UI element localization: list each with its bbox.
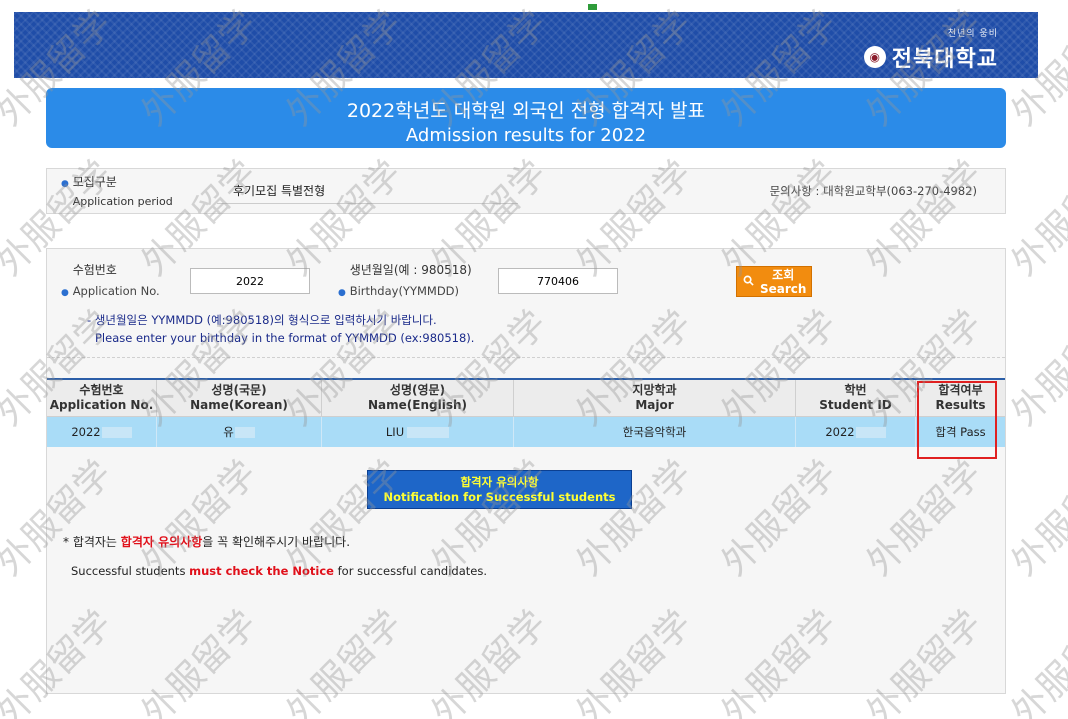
notice-note-korean: * 합격자는 합격자 유의사항을 꼭 확인해주시기 바랍니다.	[63, 535, 351, 549]
search-button-en: Search	[760, 281, 807, 296]
table-header-row: 수험번호 Application No. 성명(국문) Name(Korean) 성…	[47, 379, 1005, 417]
header-student-id: 학번 Student ID	[795, 379, 916, 417]
watermark-text: 外服留学	[1004, 603, 1068, 719]
header-application-no: 수험번호 Application No.	[47, 379, 157, 417]
search-button-ko: 조회	[772, 267, 795, 282]
application-period-box: ● 모집구분 ● Application period 후기모집 특별전형 문의…	[46, 168, 1006, 214]
period-label-ko: 모집구분	[72, 175, 117, 189]
birthday-label: ● 생년월일(예 : 980518) ● Birthday(YYMMDD)	[338, 261, 472, 303]
hint-english: Please enter your birthday in the format…	[95, 331, 475, 345]
application-no-input[interactable]	[190, 268, 310, 294]
application-no-label: ● 수험번호 ● Application No.	[61, 261, 160, 303]
watermark-text: 外服留学	[1004, 153, 1068, 284]
section-divider	[47, 357, 1005, 358]
birthday-input[interactable]	[498, 268, 618, 294]
birthday-label-ko: 생년월일(예 : 980518)	[349, 263, 472, 277]
redacted-mask	[855, 427, 886, 438]
cell-student-id: 2022	[795, 416, 916, 447]
notice-button-en: Notification for Successful students	[383, 490, 616, 504]
cell-major: 한국음악학과	[513, 416, 796, 447]
results-highlight-box	[917, 381, 997, 459]
notice-highlight-ko: 합격자 유의사항	[120, 535, 203, 549]
cell-name-english: LIU	[321, 416, 514, 447]
logo-slogan: 천년의 웅비	[947, 29, 998, 39]
search-icon	[743, 275, 754, 289]
watermark-text: 外服留学	[1004, 453, 1068, 584]
page-title-korean: 2022학년도 대학원 외국인 전형 합격자 발표	[346, 100, 706, 122]
application-no-label-ko: 수험번호	[72, 263, 117, 277]
application-no-label-en: Application No.	[72, 284, 160, 298]
header-major: 지망학과 Major	[513, 379, 796, 417]
search-panel: ● 수험번호 ● Application No. ● 생년월일(예 : 9805…	[46, 248, 1006, 694]
redacted-mask	[407, 427, 450, 438]
results-table: 수험번호 Application No. 성명(국문) Name(Korean) 성…	[47, 378, 1005, 447]
cell-application-no: 2022	[47, 416, 157, 447]
bullet-icon: ●	[61, 288, 69, 298]
notice-button-ko: 합격자 유의사항	[460, 475, 539, 489]
university-logo[interactable]: 천년의 웅비 ◉ 전북대학교	[863, 26, 998, 73]
table-row: 2022 유 LIU 한국음악학과 2022 합격 Pass	[47, 416, 1005, 447]
contact-info: 문의사항 : 대학원교학부(063-270-4982)	[769, 184, 977, 198]
notice-note-english: Successful students must check the Notic…	[71, 564, 487, 578]
search-button[interactable]: 조회 Search	[736, 266, 812, 297]
cell-name-korean: 유	[156, 416, 322, 447]
period-value: 후기모집 특별전형	[217, 179, 518, 204]
university-name: 전북대학교	[891, 47, 998, 72]
period-label-en: Application period	[72, 195, 173, 208]
redacted-mask	[101, 427, 132, 438]
notice-button[interactable]: 합격자 유의사항 Notification for Successful stu…	[367, 470, 632, 509]
page-title-banner: 2022학년도 대학원 외국인 전형 합격자 발표 Admission resu…	[46, 88, 1006, 148]
top-marker	[588, 4, 597, 10]
header-name-english: 성명(영문) Name(English)	[321, 379, 514, 417]
header-band: 천년의 웅비 ◉ 전북대학교	[14, 12, 1038, 78]
redacted-mask	[234, 427, 255, 438]
top-strip	[0, 0, 1068, 12]
period-label: ● 모집구분 ● Application period	[61, 174, 173, 212]
page-title-english: Admission results for 2022	[405, 125, 647, 146]
birthday-label-en: Birthday(YYMMDD)	[349, 284, 460, 298]
watermark-text: 外服留学	[1004, 303, 1068, 434]
university-emblem-icon: ◉	[863, 46, 886, 68]
birthday-format-hint: - 생년월일은 YYMMDD (예:980518)의 형식으로 입력하시기 바랍…	[87, 311, 474, 347]
notice-highlight-en: must check the Notice	[189, 564, 334, 578]
hint-korean: - 생년월일은 YYMMDD (예:980518)의 형식으로 입력하시기 바랍…	[87, 313, 437, 327]
header-name-korean: 성명(국문) Name(Korean)	[156, 379, 322, 417]
bullet-icon: ●	[338, 288, 346, 298]
bullet-icon: ●	[61, 179, 69, 189]
